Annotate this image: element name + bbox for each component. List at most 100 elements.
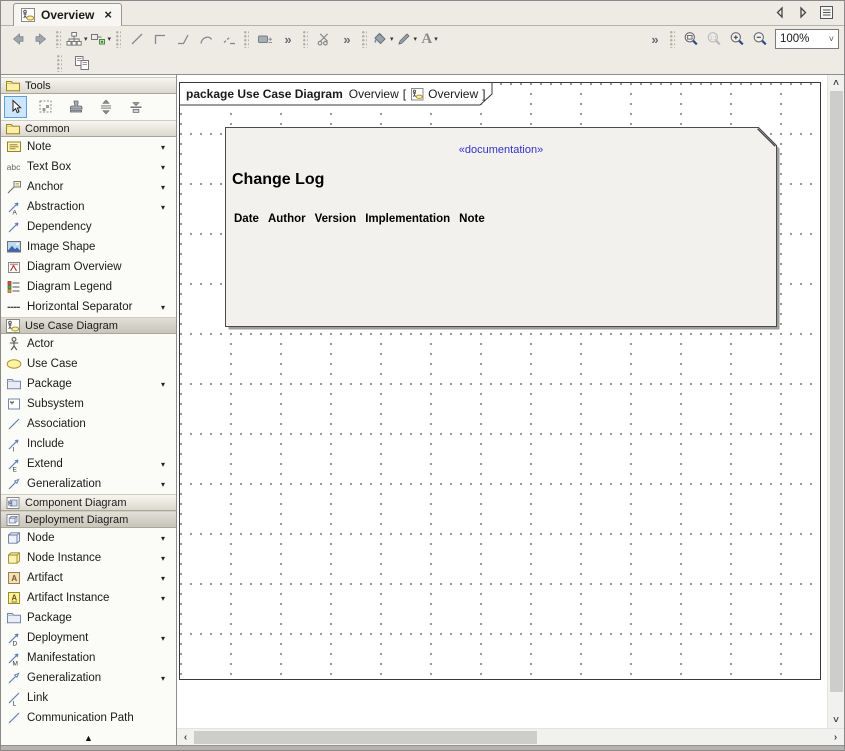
dropdown-arrow-icon[interactable]: ▾ bbox=[161, 480, 172, 489]
more-shape-tools-button[interactable]: » bbox=[276, 28, 299, 50]
dropdown-arrow-icon[interactable]: ▾ bbox=[161, 554, 172, 563]
palette-section-use-case-diagram[interactable]: Use Case Diagram bbox=[1, 317, 176, 334]
palette-item-label: Generalization bbox=[27, 478, 101, 490]
palette-section-tools[interactable]: Tools bbox=[1, 77, 176, 94]
palette-item-diagram-legend[interactable]: Diagram Legend bbox=[1, 277, 176, 297]
scroll-right-icon[interactable]: › bbox=[827, 729, 844, 745]
palette-item-node[interactable]: Node▾ bbox=[1, 528, 176, 548]
palette-item-association[interactable]: Association bbox=[1, 414, 176, 434]
palette-item-deployment[interactable]: DDeployment▾ bbox=[1, 628, 176, 648]
palette-item-extend[interactable]: EExtend▾ bbox=[1, 454, 176, 474]
palette-item-dependency[interactable]: Dependency bbox=[1, 217, 176, 237]
dropdown-arrow-icon[interactable]: ▾ bbox=[161, 634, 172, 643]
scroll-tabs-left-icon[interactable] bbox=[773, 5, 787, 20]
line-style-button[interactable]: ▾ bbox=[395, 28, 419, 50]
palette-item-manifestation[interactable]: MManifestation bbox=[1, 648, 176, 668]
dropdown-arrow-icon[interactable]: ▾ bbox=[161, 183, 172, 192]
palette-item-anchor[interactable]: Anchor▾ bbox=[1, 177, 176, 197]
nav-forward-button[interactable] bbox=[29, 28, 52, 50]
palette-item-subsystem[interactable]: Subsystem bbox=[1, 394, 176, 414]
dropdown-arrow-icon[interactable]: ▾ bbox=[161, 163, 172, 172]
dropdown-arrow-icon[interactable]: ▾ bbox=[84, 35, 88, 43]
palette-section-deployment-diagram[interactable]: Deployment Diagram bbox=[1, 511, 176, 528]
scroll-down-icon[interactable]: ˅ bbox=[828, 712, 845, 728]
dropdown-arrow-icon[interactable]: ▾ bbox=[161, 380, 172, 389]
close-icon[interactable]: × bbox=[104, 10, 112, 20]
documentation-note[interactable]: «documentation» Change Log DateAuthorVer… bbox=[225, 127, 781, 332]
palette-item-package[interactable]: Package▾ bbox=[1, 374, 176, 394]
related-diagrams-button[interactable] bbox=[70, 52, 93, 74]
horizontal-scroll-thumb[interactable] bbox=[194, 731, 537, 744]
scroll-up-icon[interactable]: ˄ bbox=[828, 75, 845, 91]
scroll-left-icon[interactable]: ‹ bbox=[177, 729, 194, 745]
dropdown-arrow-icon[interactable]: ▾ bbox=[108, 35, 112, 43]
distribute-vertical-tool[interactable] bbox=[94, 96, 117, 118]
nav-back-button[interactable] bbox=[6, 28, 29, 50]
palette-item-abstraction[interactable]: AAbstraction▾ bbox=[1, 197, 176, 217]
palette-section-component-diagram[interactable]: Component Diagram bbox=[1, 494, 176, 511]
palette-tools-row bbox=[1, 94, 176, 120]
stamp-tool[interactable] bbox=[64, 96, 87, 118]
zoom-100-button[interactable]: 1:1 bbox=[702, 28, 725, 50]
chevron-down-icon[interactable]: ˅ bbox=[829, 34, 834, 44]
horizontal-scrollbar[interactable]: ‹ › bbox=[177, 728, 844, 745]
dropdown-arrow-icon[interactable]: ▾ bbox=[161, 203, 172, 212]
palette-item-node-instance[interactable]: Node Instance▾ bbox=[1, 548, 176, 568]
palette-item-artifact[interactable]: AArtifact▾ bbox=[1, 568, 176, 588]
dropdown-arrow-icon[interactable]: ▾ bbox=[161, 574, 172, 583]
fit-vertical-tool[interactable] bbox=[124, 96, 147, 118]
oblique-path-button[interactable] bbox=[125, 28, 148, 50]
fill-color-button[interactable]: ▾ bbox=[371, 28, 395, 50]
palette-item-horizontal-separator[interactable]: ----Horizontal Separator▾ bbox=[1, 297, 176, 317]
tab-overview[interactable]: Overview × bbox=[13, 3, 122, 26]
arrow-I-icon: I bbox=[6, 436, 22, 452]
dropdown-arrow-icon[interactable]: ▾ bbox=[161, 303, 172, 312]
vertical-scroll-thumb[interactable] bbox=[830, 91, 843, 692]
zoom-to-fit-button[interactable] bbox=[679, 28, 702, 50]
dropdown-arrow-icon[interactable]: ▾ bbox=[390, 35, 394, 43]
layout-tree-button[interactable]: ▾ bbox=[65, 28, 89, 50]
font-button[interactable]: A▾ bbox=[418, 28, 441, 50]
tab-list-icon[interactable] bbox=[819, 5, 834, 20]
dropdown-arrow-icon[interactable]: ▾ bbox=[434, 35, 438, 43]
diagram-canvas[interactable]: package Use Case Diagram Overview [ Over… bbox=[177, 75, 844, 745]
toolbar-overflow-button[interactable]: » bbox=[643, 28, 666, 50]
palette-item-generalization[interactable]: Generalization▾ bbox=[1, 668, 176, 688]
vertical-scrollbar[interactable]: ˄ ˅ bbox=[827, 75, 844, 728]
dashed-path-button[interactable] bbox=[217, 28, 240, 50]
zoom-out-button[interactable] bbox=[748, 28, 771, 50]
zoom-level-combobox[interactable]: 100%˅ bbox=[775, 29, 839, 49]
dropdown-arrow-icon[interactable]: ▾ bbox=[414, 35, 418, 43]
palette-item-diagram-overview[interactable]: Diagram Overview bbox=[1, 257, 176, 277]
cut-button[interactable] bbox=[312, 28, 335, 50]
more-edit-tools-button[interactable]: » bbox=[335, 28, 358, 50]
palette-item-artifact-instance[interactable]: AArtifact Instance▾ bbox=[1, 588, 176, 608]
palette-item-note[interactable]: Note▾ bbox=[1, 137, 176, 157]
zoom-in-button[interactable] bbox=[725, 28, 748, 50]
dropdown-arrow-icon[interactable]: ▾ bbox=[161, 460, 172, 469]
dropdown-arrow-icon[interactable]: ▾ bbox=[161, 143, 172, 152]
multi-select-tool[interactable] bbox=[34, 96, 57, 118]
palette-item-image-shape[interactable]: Image Shape bbox=[1, 237, 176, 257]
rectilinear-path-button[interactable] bbox=[148, 28, 171, 50]
curved-path-button[interactable] bbox=[194, 28, 217, 50]
palette-item-include[interactable]: IInclude bbox=[1, 434, 176, 454]
palette-item-generalization[interactable]: Generalization ▾ bbox=[1, 474, 176, 494]
swimlanes-button[interactable] bbox=[253, 28, 276, 50]
bent-path-button[interactable] bbox=[171, 28, 194, 50]
palette-item-package[interactable]: Package bbox=[1, 608, 176, 628]
palette-item-actor[interactable]: Actor bbox=[1, 334, 176, 354]
dropdown-arrow-icon[interactable]: ▾ bbox=[161, 594, 172, 603]
select-tool[interactable] bbox=[4, 96, 27, 118]
palette-item-text-box[interactable]: abcText Box▾ bbox=[1, 157, 176, 177]
palette-item-use-case[interactable]: Use Case bbox=[1, 354, 176, 374]
palette-item-link[interactable]: LLink bbox=[1, 688, 176, 708]
palette-section-common[interactable]: Common bbox=[1, 120, 176, 137]
palette-section-label: Common bbox=[25, 123, 70, 135]
palette-item-communication-path[interactable]: Communication Path bbox=[1, 708, 176, 728]
insert-related-elements-button[interactable]: ▾ bbox=[89, 28, 113, 50]
dropdown-arrow-icon[interactable]: ▾ bbox=[161, 674, 172, 683]
palette-scroll-up-indicator[interactable]: ▲ bbox=[1, 734, 176, 743]
dropdown-arrow-icon[interactable]: ▾ bbox=[161, 534, 172, 543]
scroll-tabs-right-icon[interactable] bbox=[796, 5, 810, 20]
